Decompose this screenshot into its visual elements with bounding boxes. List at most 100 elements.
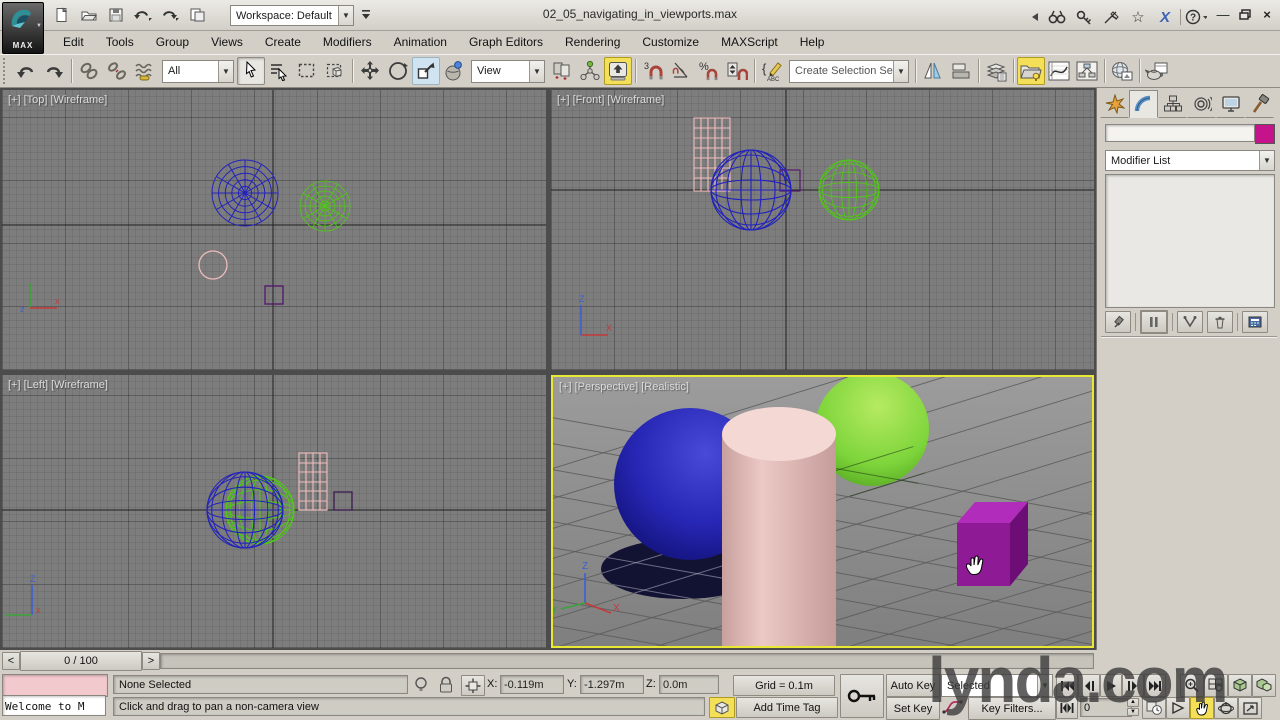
adaptive-degradation-toggle[interactable]	[709, 697, 735, 718]
select-and-manipulate-button[interactable]	[576, 57, 604, 85]
curve-editor-button[interactable]	[1045, 57, 1073, 85]
tab-modify[interactable]	[1129, 90, 1158, 118]
modifier-list-dropdown[interactable]: Modifier List ▼	[1105, 150, 1275, 171]
menu-rendering[interactable]: Rendering	[554, 32, 631, 52]
window-crossing-toggle-button[interactable]	[321, 57, 349, 85]
sphere-blue-wireframe[interactable]	[710, 149, 792, 231]
tab-display[interactable]	[1216, 90, 1245, 118]
modifier-stack[interactable]	[1105, 174, 1275, 308]
previous-frame-button[interactable]	[1078, 674, 1100, 697]
tab-create[interactable]	[1100, 90, 1129, 118]
viewport-top-label[interactable]: [+] [Top] [Wireframe]	[8, 94, 107, 106]
select-and-link-button[interactable]	[75, 57, 103, 85]
redo-button[interactable]	[158, 3, 182, 27]
pan-view-button[interactable]	[1190, 697, 1214, 719]
box-top-wireframe[interactable]	[264, 285, 284, 305]
schematic-view-button[interactable]	[1073, 57, 1101, 85]
box-left-wireframe[interactable]	[333, 491, 353, 511]
show-end-result-button[interactable]	[1140, 310, 1168, 334]
viewport-front-label[interactable]: [+] [Front] [Wireframe]	[557, 94, 664, 106]
viewport-perspective-label[interactable]: [+] [Perspective] [Realistic]	[559, 381, 689, 393]
remove-modifier-button[interactable]	[1207, 311, 1233, 333]
viewport-perspective[interactable]: [+] [Perspective] [Realistic] Z X	[551, 375, 1094, 648]
add-time-tag-button[interactable]: Add Time Tag	[736, 697, 838, 718]
sign-in-button[interactable]	[1072, 5, 1096, 29]
angle-snap-toggle-button[interactable]	[667, 57, 695, 85]
search-help-button[interactable]	[1045, 5, 1069, 29]
zoom-extents-button[interactable]	[1228, 674, 1252, 697]
menu-customize[interactable]: Customize	[631, 32, 710, 52]
reference-coordinate-dropdown[interactable]: View ▼	[471, 59, 545, 83]
tab-utilities[interactable]	[1245, 90, 1274, 118]
toolbar-options-button[interactable]	[360, 8, 372, 20]
sphere-green-wireframe[interactable]	[818, 159, 880, 221]
cylinder-left-wireframe[interactable]	[298, 452, 328, 511]
select-object-button[interactable]	[237, 57, 265, 85]
mirror-button[interactable]	[919, 57, 947, 85]
time-slider-prev-button[interactable]: <	[2, 652, 20, 670]
favorites-button[interactable]: ☆	[1126, 5, 1150, 29]
zoom-all-button[interactable]	[1204, 674, 1228, 697]
menu-edit[interactable]: Edit	[52, 32, 95, 52]
save-file-button[interactable]	[104, 3, 128, 27]
percent-snap-toggle-button[interactable]: %	[695, 57, 723, 85]
tab-hierarchy[interactable]	[1158, 90, 1187, 118]
make-unique-button[interactable]	[1177, 311, 1203, 333]
sphere-blue-wireframe[interactable]	[206, 471, 284, 549]
viewport-left[interactable]: [+] [Left] [Wireframe] Z x	[2, 375, 546, 648]
key-filters-button[interactable]: Key Filters...	[968, 697, 1056, 720]
named-selection-set-dropdown[interactable]: Create Selection Se ▼	[789, 59, 909, 83]
object-name-field[interactable]	[1105, 124, 1255, 142]
default-tangents-button[interactable]	[941, 698, 965, 716]
app-menu-button[interactable]: MAX ▼	[2, 2, 44, 54]
select-by-name-button[interactable]	[265, 57, 293, 85]
menu-views[interactable]: Views	[200, 32, 254, 52]
cylinder-pink[interactable]	[722, 407, 836, 646]
menu-group[interactable]: Group	[145, 32, 200, 52]
time-slider-handle[interactable]: 0 / 100	[20, 651, 142, 671]
spinner-snap-toggle-button[interactable]	[723, 57, 751, 85]
selection-filter-dropdown[interactable]: All ▼	[162, 59, 234, 83]
menu-help[interactable]: Help	[789, 32, 836, 52]
frame-spinner[interactable]: ▲ ▼	[1127, 698, 1139, 716]
viewport-front[interactable]: [+] [Front] [Wireframe] Z X	[551, 90, 1094, 370]
selection-lock-toggle[interactable]	[437, 675, 455, 694]
key-mode-toggle-button[interactable]	[1056, 697, 1078, 719]
toolbar-grip[interactable]	[3, 58, 9, 84]
exchange-apps-button[interactable]: X	[1153, 5, 1177, 29]
use-pivot-point-center-button[interactable]	[548, 57, 576, 85]
menu-create[interactable]: Create	[254, 32, 312, 52]
help-button[interactable]: ?	[1184, 5, 1208, 29]
sphere-green-wireframe[interactable]	[299, 180, 351, 232]
orbit-button[interactable]	[1214, 697, 1238, 719]
menu-tools[interactable]: Tools	[95, 32, 145, 52]
menu-animation[interactable]: Animation	[383, 32, 458, 52]
bind-to-space-warp-button[interactable]	[131, 57, 159, 85]
maxscript-listener-macro-pane[interactable]	[2, 674, 108, 697]
go-to-end-button[interactable]	[1144, 674, 1166, 697]
select-and-move-button[interactable]	[356, 57, 384, 85]
unlink-selection-button[interactable]	[103, 57, 131, 85]
maxscript-listener[interactable]: Welcome to M	[2, 695, 106, 716]
rendered-frame-window-button[interactable]	[1143, 57, 1171, 85]
auto-key-button[interactable]: Auto Key	[886, 674, 940, 697]
keyboard-shortcut-override-button[interactable]	[604, 57, 632, 85]
undo-scene-button[interactable]	[12, 57, 40, 85]
pin-stack-button[interactable]	[1105, 311, 1131, 333]
current-frame-field[interactable]	[1080, 698, 1132, 717]
rectangular-selection-region-button[interactable]	[293, 57, 321, 85]
cylinder-top-wireframe[interactable]	[198, 250, 228, 280]
project-folder-button[interactable]	[185, 3, 209, 27]
menu-modifiers[interactable]: Modifiers	[312, 32, 383, 52]
object-color-swatch[interactable]	[1255, 124, 1275, 144]
snaps-toggle-button[interactable]: 3	[639, 57, 667, 85]
z-coord-field[interactable]	[659, 675, 719, 694]
time-slider-next-button[interactable]: >	[142, 652, 160, 670]
box-purple[interactable]	[957, 502, 1028, 586]
absolute-mode-toggle[interactable]	[461, 675, 485, 696]
x-coord-field[interactable]	[500, 675, 564, 694]
grid-setting[interactable]: Grid = 0.1m	[733, 675, 835, 696]
restore-button[interactable]	[1234, 5, 1256, 23]
set-key-button[interactable]: Set Key	[886, 697, 940, 720]
select-and-scale-button[interactable]	[412, 57, 440, 85]
